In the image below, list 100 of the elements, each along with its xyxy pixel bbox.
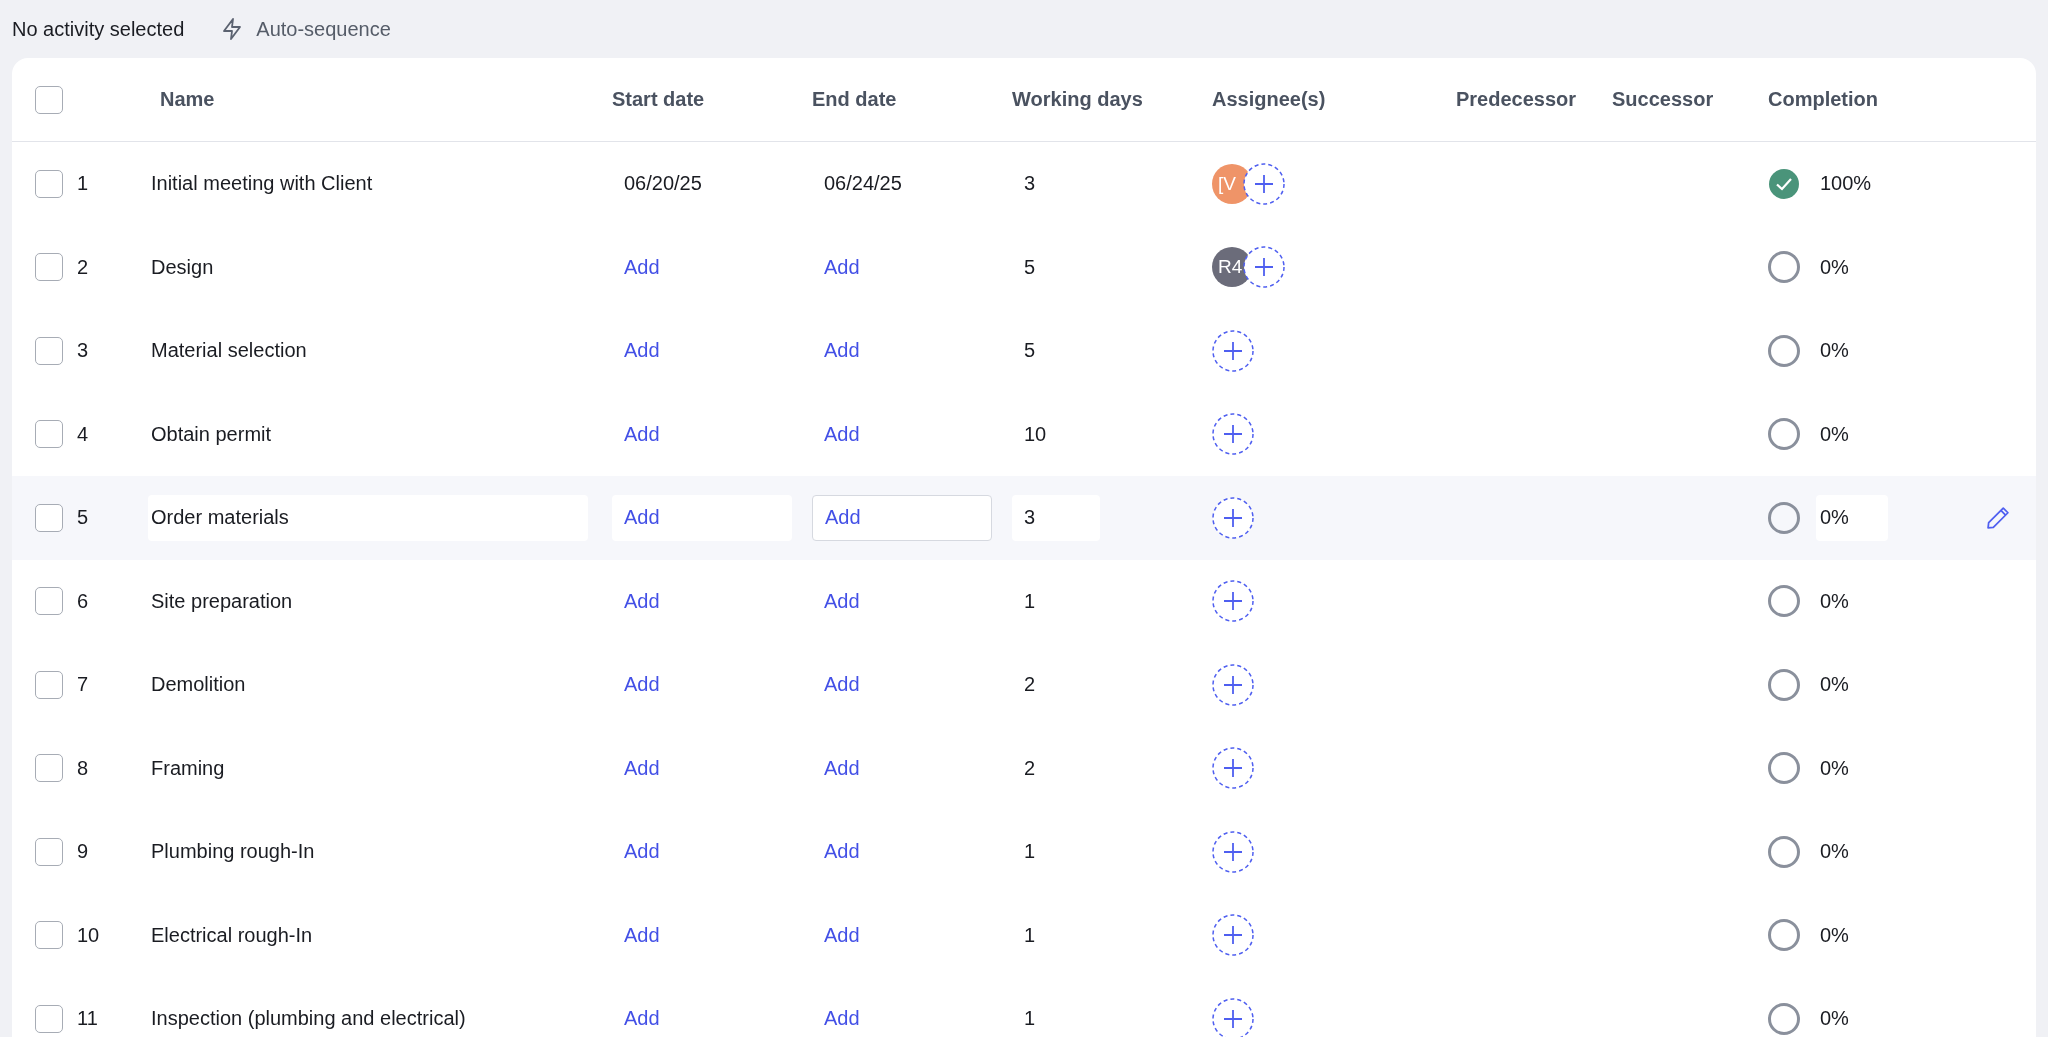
table-row[interactable]: 1 Initial meeting with Client 06/20/25 06/24/25 3 [V 100% <box>12 142 2036 226</box>
completion-percent[interactable]: 0% <box>1816 745 1888 792</box>
activity-name[interactable]: Demolition <box>148 661 588 708</box>
date-value[interactable]: 06/20/25 <box>612 160 792 207</box>
completion-percent[interactable]: 0% <box>1816 578 1888 625</box>
activity-name[interactable]: Order materials <box>148 494 588 541</box>
add-date-link[interactable]: Add <box>812 244 992 291</box>
add-assignee-icon[interactable] <box>1212 747 1254 790</box>
row-checkbox[interactable] <box>35 921 63 950</box>
completion-percent[interactable]: 0% <box>1816 411 1888 458</box>
add-date-link[interactable]: Add <box>812 745 992 792</box>
working-days[interactable]: 1 <box>1012 578 1100 625</box>
add-date-link[interactable]: Add <box>812 912 992 959</box>
add-assignee-icon[interactable] <box>1212 663 1254 706</box>
add-assignee-icon[interactable] <box>1212 580 1254 623</box>
working-days[interactable]: 5 <box>1012 327 1100 374</box>
add-date-link[interactable]: Add <box>612 244 792 291</box>
add-date-link[interactable]: Add <box>612 661 792 708</box>
add-date-link[interactable]: Add <box>812 327 992 374</box>
add-date-link[interactable]: Add <box>612 745 792 792</box>
add-assignee-icon[interactable] <box>1212 914 1254 957</box>
completion-percent[interactable]: 0% <box>1816 244 1888 291</box>
add-date-link[interactable]: Add <box>812 494 992 541</box>
auto-sequence-button[interactable]: Auto-sequence <box>220 17 391 41</box>
working-days[interactable]: 1 <box>1012 995 1100 1037</box>
table-row[interactable]: 11 Inspection (plumbing and electrical) Add Add 1 0% <box>12 977 2036 1037</box>
row-checkbox[interactable] <box>35 587 63 616</box>
working-days[interactable]: 2 <box>1012 661 1100 708</box>
row-checkbox[interactable] <box>35 253 63 282</box>
working-days[interactable]: 1 <box>1012 912 1100 959</box>
incomplete-circle-icon[interactable] <box>1768 501 1800 534</box>
working-days[interactable]: 5 <box>1012 244 1100 291</box>
add-date-link[interactable]: Add <box>612 912 792 959</box>
add-date-link[interactable]: Add <box>612 995 792 1037</box>
incomplete-circle-icon[interactable] <box>1768 752 1800 785</box>
activity-name[interactable]: Site preparation <box>148 578 588 625</box>
activity-name[interactable]: Obtain permit <box>148 411 588 458</box>
table-row[interactable]: 10 Electrical rough-In Add Add 1 0% <box>12 893 2036 977</box>
add-date-link[interactable]: Add <box>812 995 992 1037</box>
select-all-checkbox[interactable] <box>35 85 63 114</box>
table-row[interactable]: 5 Order materials Add Add 3 0% <box>12 476 2036 560</box>
activity-name[interactable]: Electrical rough-In <box>148 912 588 959</box>
add-date-link[interactable]: Add <box>612 411 792 458</box>
working-days[interactable]: 2 <box>1012 745 1100 792</box>
working-days[interactable]: 1 <box>1012 828 1100 875</box>
incomplete-circle-icon[interactable] <box>1768 1002 1800 1035</box>
incomplete-circle-icon[interactable] <box>1768 668 1800 701</box>
add-date-link[interactable]: Add <box>812 411 992 458</box>
add-assignee-icon[interactable] <box>1212 830 1254 873</box>
add-date-link[interactable]: Add <box>612 828 792 875</box>
completion-percent[interactable]: 100% <box>1816 160 1888 207</box>
row-checkbox[interactable] <box>35 754 63 783</box>
activity-name[interactable]: Initial meeting with Client <box>148 160 588 207</box>
row-checkbox[interactable] <box>35 420 63 449</box>
activity-name[interactable]: Material selection <box>148 327 588 374</box>
table-row[interactable]: 6 Site preparation Add Add 1 0% <box>12 559 2036 643</box>
table-row[interactable]: 2 Design Add Add 5 R4 0% <box>12 225 2036 309</box>
completion-percent[interactable]: 0% <box>1816 828 1888 875</box>
add-assignee-icon[interactable] <box>1212 329 1254 372</box>
completed-check-icon[interactable] <box>1768 167 1800 200</box>
completion-percent[interactable]: 0% <box>1816 661 1888 708</box>
add-date-link[interactable]: Add <box>612 494 792 541</box>
table-row[interactable]: 7 Demolition Add Add 2 0% <box>12 643 2036 727</box>
activity-name[interactable]: Plumbing rough-In <box>148 828 588 875</box>
activity-name[interactable]: Framing <box>148 745 588 792</box>
add-assignee-icon[interactable] <box>1212 413 1254 456</box>
activity-name[interactable]: Inspection (plumbing and electrical) <box>148 995 588 1037</box>
add-assignee-icon[interactable] <box>1212 997 1254 1037</box>
table-row[interactable]: 3 Material selection Add Add 5 0% <box>12 309 2036 393</box>
completion-percent[interactable]: 0% <box>1816 494 1888 541</box>
completion-percent[interactable]: 0% <box>1816 912 1888 959</box>
row-checkbox[interactable] <box>35 1004 63 1033</box>
incomplete-circle-icon[interactable] <box>1768 585 1800 618</box>
incomplete-circle-icon[interactable] <box>1768 334 1800 367</box>
row-checkbox[interactable] <box>35 670 63 699</box>
add-assignee-icon[interactable] <box>1243 162 1285 205</box>
working-days[interactable]: 10 <box>1012 411 1100 458</box>
add-date-link[interactable]: Add <box>612 327 792 374</box>
incomplete-circle-icon[interactable] <box>1768 418 1800 451</box>
incomplete-circle-icon[interactable] <box>1768 251 1800 284</box>
row-checkbox[interactable] <box>35 837 63 866</box>
row-checkbox[interactable] <box>35 503 63 532</box>
add-date-link[interactable]: Add <box>812 578 992 625</box>
completion-percent[interactable]: 0% <box>1816 995 1888 1037</box>
table-row[interactable]: 9 Plumbing rough-In Add Add 1 0% <box>12 810 2036 894</box>
incomplete-circle-icon[interactable] <box>1768 835 1800 868</box>
row-checkbox[interactable] <box>35 169 63 198</box>
incomplete-circle-icon[interactable] <box>1768 919 1800 952</box>
table-row[interactable]: 8 Framing Add Add 2 0% <box>12 726 2036 810</box>
add-assignee-icon[interactable] <box>1212 496 1254 539</box>
table-row[interactable]: 4 Obtain permit Add Add 10 0% <box>12 392 2036 476</box>
add-date-link[interactable]: Add <box>612 578 792 625</box>
row-checkbox[interactable] <box>35 336 63 365</box>
add-date-link[interactable]: Add <box>812 828 992 875</box>
completion-percent[interactable]: 0% <box>1816 327 1888 374</box>
date-value[interactable]: 06/24/25 <box>812 160 992 207</box>
working-days[interactable]: 3 <box>1012 160 1100 207</box>
working-days[interactable]: 3 <box>1012 494 1100 541</box>
add-date-link[interactable]: Add <box>812 661 992 708</box>
add-assignee-icon[interactable] <box>1243 246 1285 289</box>
